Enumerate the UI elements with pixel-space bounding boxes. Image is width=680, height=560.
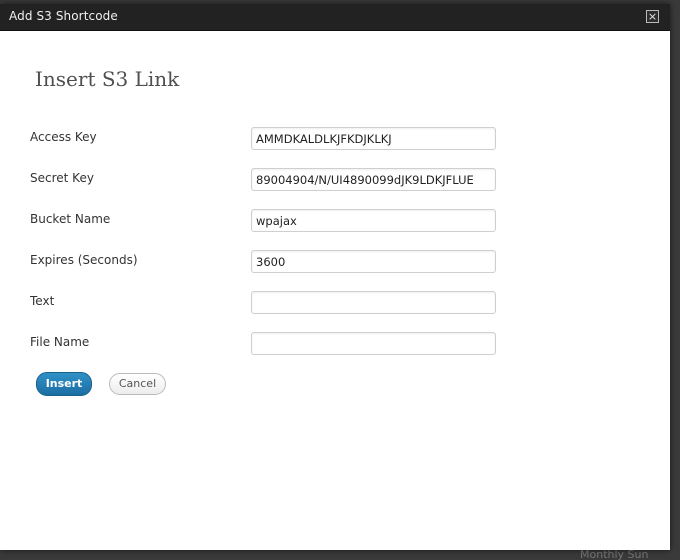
form-heading: Insert S3 Link: [35, 67, 180, 91]
form-row-bucket-name: Bucket Name: [0, 209, 670, 236]
dialog-title: Add S3 Shortcode: [9, 9, 118, 23]
form-row-expires: Expires (Seconds): [0, 250, 670, 277]
secret-key-label: Secret Key: [30, 171, 94, 185]
text-label: Text: [30, 294, 55, 308]
file-name-input[interactable]: [251, 332, 496, 355]
secret-key-input[interactable]: [251, 168, 496, 191]
bucket-name-input[interactable]: [251, 209, 496, 232]
form-row-secret-key: Secret Key: [0, 168, 670, 195]
form-row-file-name: File Name: [0, 332, 670, 359]
expires-input[interactable]: [251, 250, 496, 273]
dialog-content: Insert S3 Link Access Key Secret Key Buc…: [0, 31, 670, 550]
form-row-access-key: Access Key: [0, 127, 670, 154]
text-input[interactable]: [251, 291, 496, 314]
add-s3-shortcode-dialog: Add S3 Shortcode × Insert S3 Link Access…: [0, 4, 670, 550]
insert-button[interactable]: Insert: [36, 372, 92, 396]
expires-label: Expires (Seconds): [30, 253, 138, 267]
form-row-text: Text: [0, 291, 670, 318]
dialog-titlebar: Add S3 Shortcode ×: [0, 4, 670, 31]
access-key-input[interactable]: [251, 127, 496, 150]
cancel-button[interactable]: Cancel: [109, 373, 166, 395]
file-name-label: File Name: [30, 335, 90, 349]
close-icon[interactable]: ×: [646, 10, 659, 23]
bucket-name-label: Bucket Name: [30, 212, 111, 226]
access-key-label: Access Key: [30, 130, 97, 144]
